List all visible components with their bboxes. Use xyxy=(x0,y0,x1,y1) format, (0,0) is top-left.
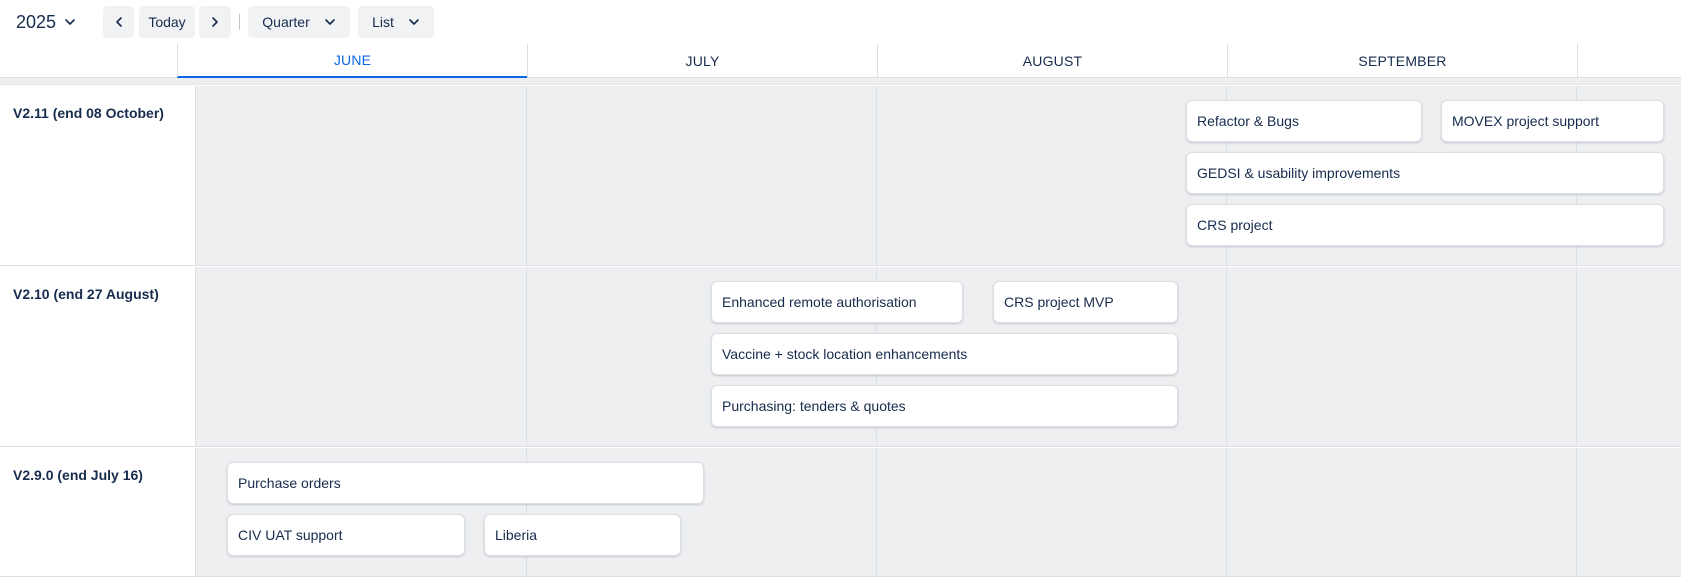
epic-card[interactable]: Refactor & Bugs xyxy=(1186,100,1422,142)
release-label[interactable]: V2.10 (end 27 August) xyxy=(0,267,196,446)
epic-card[interactable]: Purchase orders xyxy=(227,462,704,504)
epic-card[interactable]: Vaccine + stock location enhancements xyxy=(711,333,1178,375)
epic-card[interactable]: CRS project xyxy=(1186,204,1664,246)
mode-select[interactable]: List xyxy=(358,6,434,38)
chevron-left-icon xyxy=(113,16,125,28)
release-label[interactable]: V2.9.0 (end July 16) xyxy=(0,448,196,576)
month-divider xyxy=(1226,267,1227,446)
chevron-down-icon xyxy=(324,16,336,28)
year-label: 2025 xyxy=(16,11,57,32)
month-divider xyxy=(526,86,527,265)
month-divider xyxy=(876,448,877,576)
chevron-down-icon xyxy=(64,16,76,28)
month-header-august[interactable]: AUGUST xyxy=(877,44,1227,78)
view-label: Quarter xyxy=(262,14,310,30)
view-select[interactable]: Quarter xyxy=(248,6,350,38)
year-select[interactable]: 2025 xyxy=(8,6,84,38)
month-header-june[interactable]: JUNE xyxy=(177,44,527,78)
month-divider xyxy=(1226,448,1227,576)
epic-card[interactable]: MOVEX project support xyxy=(1441,100,1664,142)
mode-label: List xyxy=(372,14,394,30)
release-row-v2-9-0: V2.9.0 (end July 16) Purchase orders CIV… xyxy=(0,448,1681,577)
release-label[interactable]: V2.11 (end 08 October) xyxy=(0,86,196,265)
timeline-lane: Refactor & Bugs MOVEX project support GE… xyxy=(196,86,1681,265)
month-divider xyxy=(876,86,877,265)
month-header-next xyxy=(1577,44,1681,78)
month-divider xyxy=(526,267,527,446)
epic-card[interactable]: Enhanced remote authorisation xyxy=(711,281,963,323)
next-button[interactable] xyxy=(199,6,231,38)
timeline-lane: Enhanced remote authorisation CRS projec… xyxy=(196,267,1681,446)
chevron-down-icon xyxy=(408,16,420,28)
release-row-v2-10: V2.10 (end 27 August) Enhanced remote au… xyxy=(0,267,1681,447)
epic-card[interactable]: GEDSI & usability improvements xyxy=(1186,152,1664,194)
release-row-v2-11: V2.11 (end 08 October) Refactor & Bugs M… xyxy=(0,86,1681,266)
toolbar: 2025 Today Quarter List xyxy=(0,0,1681,44)
timeline-top-edge xyxy=(0,78,1681,85)
epic-card[interactable]: CIV UAT support xyxy=(227,514,465,556)
epic-card[interactable]: CRS project MVP xyxy=(993,281,1178,323)
toolbar-divider xyxy=(239,14,240,30)
timeline-lane: Purchase orders CIV UAT support Liberia xyxy=(196,448,1681,576)
today-button[interactable]: Today xyxy=(139,6,195,38)
chevron-right-icon xyxy=(209,16,221,28)
month-header: JUNE JULY AUGUST SEPTEMBER xyxy=(0,44,1681,78)
month-divider xyxy=(1576,267,1577,446)
epic-card[interactable]: Purchasing: tenders & quotes xyxy=(711,385,1178,427)
previous-button[interactable] xyxy=(103,6,134,38)
month-header-july[interactable]: JULY xyxy=(527,44,877,78)
month-header-september[interactable]: SEPTEMBER xyxy=(1227,44,1577,78)
month-divider xyxy=(1576,448,1577,576)
epic-card[interactable]: Liberia xyxy=(484,514,681,556)
